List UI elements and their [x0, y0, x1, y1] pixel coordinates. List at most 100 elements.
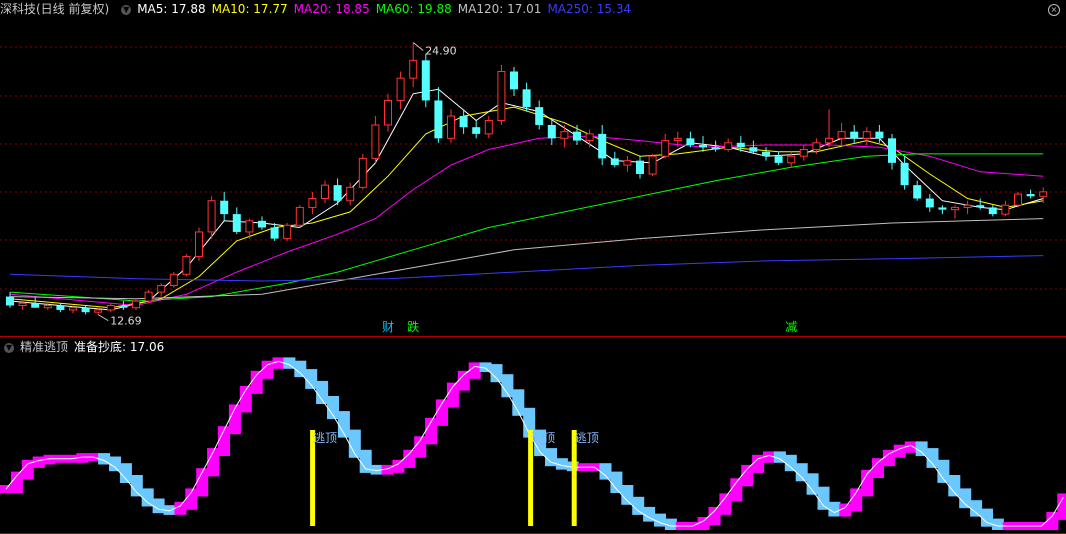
- candle: [547, 118, 556, 146]
- event-marker: 减: [785, 320, 797, 334]
- candle: [850, 124, 859, 143]
- oscillator-step: [294, 360, 307, 378]
- candle: [913, 180, 922, 201]
- candle-body-down: [333, 185, 342, 201]
- candle-body-down: [988, 207, 997, 215]
- signal-label: 逃顶: [531, 431, 555, 445]
- candle: [472, 120, 481, 139]
- candle: [81, 305, 90, 315]
- stock-chart: 逃顶 逃顶 逃顶 24.90 12.69 财跌 减: [0, 42, 1066, 534]
- candle-body-up: [560, 131, 569, 139]
- candle-body-down: [598, 133, 607, 159]
- candle: [963, 200, 972, 215]
- candle-body-down: [220, 200, 229, 215]
- candle: [774, 151, 783, 166]
- candle-body-down: [850, 131, 859, 139]
- candle: [661, 133, 670, 159]
- candle: [510, 67, 518, 96]
- indicator-toggle-icon[interactable]: ▼: [121, 4, 132, 15]
- sub-panel-header: ▼ 精准逃顶 准备抄底: 17.06: [0, 338, 170, 356]
- candle: [825, 109, 833, 148]
- candle: [232, 207, 241, 235]
- candle: [207, 196, 216, 239]
- candle: [182, 254, 191, 277]
- candle: [888, 133, 896, 170]
- candle: [358, 153, 367, 190]
- candle-body-down: [547, 124, 556, 139]
- sub-indicator-toggle-icon[interactable]: ▼: [4, 342, 14, 353]
- candle-body-up: [497, 70, 506, 122]
- candle-body-up: [837, 131, 846, 139]
- candle-body-down: [762, 151, 770, 157]
- candle: [384, 93, 392, 132]
- candle: [610, 151, 619, 168]
- high-price-label: 24.90: [425, 45, 457, 58]
- ma-line-ma10: [9, 106, 1044, 309]
- candle-body-up: [484, 120, 493, 135]
- signal-label: 逃顶: [313, 431, 337, 445]
- oscillator-step: [959, 488, 972, 509]
- candle-body-up: [195, 231, 203, 257]
- candle-body-up: [963, 204, 972, 208]
- candle: [421, 53, 430, 108]
- candle-body-down: [434, 100, 443, 139]
- oscillator-step: [141, 488, 154, 507]
- ma-legend-item: MA250: 15.34: [547, 2, 632, 16]
- close-icon[interactable]: ×: [1048, 4, 1060, 16]
- candle: [799, 145, 808, 161]
- candle: [875, 124, 884, 143]
- candle-body-down: [749, 147, 758, 152]
- main-panel-header: 深科技(日线 前复权) ▼ MA5: 17.88 MA10: 17.77 MA20: 1…: [0, 0, 643, 18]
- oscillator-step: [708, 506, 721, 525]
- candle-body-down: [472, 127, 481, 134]
- candle-body-down: [270, 227, 279, 239]
- candle-body-up: [346, 186, 355, 202]
- candle-body-up: [661, 140, 670, 157]
- ma-legend-item: MA20: 18.85: [293, 2, 370, 16]
- candle: [648, 153, 657, 177]
- candle: [1001, 200, 1010, 217]
- candle: [988, 205, 997, 217]
- candle-body-down: [711, 147, 720, 150]
- event-marker: 跌: [407, 319, 419, 334]
- oscillator-step: [305, 369, 318, 389]
- candle-body-down: [1026, 194, 1035, 197]
- candle: [598, 124, 607, 166]
- candle-body-down: [258, 220, 266, 228]
- oscillator-step: [119, 463, 132, 483]
- sub-panel-title: 精准逃顶: [20, 340, 69, 354]
- candle: [900, 156, 909, 190]
- candle-body-up: [132, 300, 140, 309]
- candle: [497, 64, 506, 125]
- oscillator-step: [926, 448, 939, 468]
- candle-body-up: [862, 131, 871, 139]
- oscillator-step: [948, 475, 961, 497]
- candle-body-up: [951, 206, 959, 211]
- oscillator-step: [632, 496, 645, 515]
- candle-body-up: [18, 302, 27, 306]
- candle-body-up: [812, 142, 821, 150]
- event-marker: 财: [382, 320, 394, 334]
- candle: [535, 100, 544, 130]
- candle: [56, 303, 65, 313]
- candle: [837, 122, 846, 146]
- sub-panel-value: 准备抄底: 17.06: [74, 340, 165, 354]
- candle: [762, 147, 770, 161]
- candle: [346, 182, 355, 206]
- candle: [447, 109, 455, 143]
- oscillator-step: [741, 464, 754, 487]
- ma-legend-item: MA5: 17.88: [137, 2, 206, 16]
- candle: [686, 131, 695, 148]
- candle: [1026, 189, 1035, 199]
- candle: [925, 194, 934, 212]
- candle-body-up: [207, 200, 216, 233]
- oscillator-step: [784, 454, 797, 472]
- candle-body-down: [535, 107, 544, 125]
- candle-body-down: [976, 205, 985, 208]
- candle-body-down: [31, 303, 40, 308]
- moving-average-lines: [9, 88, 1044, 311]
- candle-body-up: [144, 291, 153, 302]
- candle-body-down: [232, 214, 241, 232]
- candle: [283, 223, 292, 241]
- candle: [623, 156, 632, 172]
